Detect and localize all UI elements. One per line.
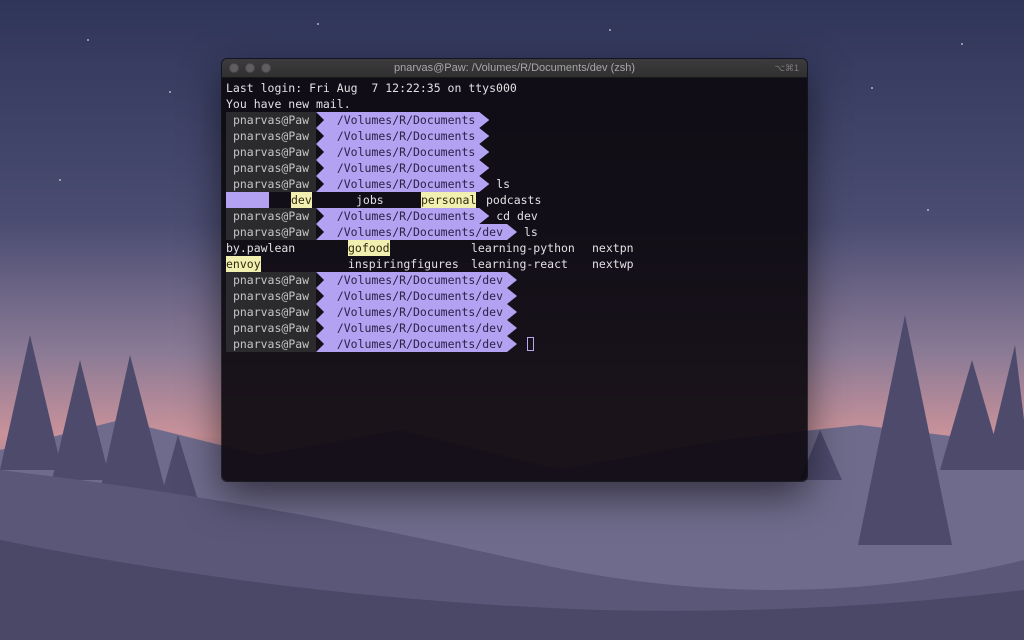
prompt-path: /Volumes/R/Documents [316,208,489,224]
prompt-path-text: /Volumes/R/Documents/dev [336,289,503,303]
terminal-content[interactable]: Last login: Fri Aug 7 12:22:35 on ttys00… [226,80,807,481]
command-cd: cd dev [496,209,538,223]
prompt-user: pnarvas@Paw [226,144,317,160]
ls-entry-personal: personal [421,192,477,208]
prompt-path: /Volumes/R/Documents/dev [316,288,517,304]
prompt-path: /Volumes/R/Documents [316,128,489,144]
prompt-user-text: pnarvas@Paw [232,177,310,191]
prompt-path-text: /Volumes/R/Documents/dev [336,305,503,319]
prompt-line: pnarvas@Paw /Volumes/R/Documents/dev [226,320,807,336]
window-shortcut: ⌥⌘1 [774,63,799,73]
prompt-line: pnarvas@Paw /Volumes/R/Documents/dev ls [226,224,807,240]
ls-unnamed-entry [226,192,269,208]
prompt-user: pnarvas@Paw [226,336,317,352]
ls-entry-envoy: envoy [226,256,261,272]
command-text: ls [517,224,538,240]
window-title: pnarvas@Paw: /Volumes/R/Documents/dev (z… [393,62,636,74]
prompt-path-text: /Volumes/R/Documents/dev [336,273,503,287]
prompt-user-text: pnarvas@Paw [232,161,310,175]
ls-entry-jobs: jobs [356,193,384,207]
prompt-user: pnarvas@Paw [226,128,317,144]
prompt-path: /Volumes/R/Documents/dev [316,336,517,352]
prompt-user: pnarvas@Paw [226,288,317,304]
prompt-line: pnarvas@Paw /Volumes/R/Documents [226,144,807,160]
prompt-user-text: pnarvas@Paw [232,289,310,303]
prompt-path-text: /Volumes/R/Documents/dev [336,321,503,335]
prompt-path-text: /Volumes/R/Documents [336,177,476,191]
prompt-user: pnarvas@Paw [226,160,317,176]
prompt-user-text: pnarvas@Paw [232,337,310,351]
ls-output-line: dev jobs personal podcasts [226,192,807,208]
prompt-user: pnarvas@Paw [226,272,317,288]
prompt-user-text: pnarvas@Paw [232,209,310,223]
ls-entry-learning-python: learning-python [471,241,575,255]
prompt-line: pnarvas@Paw /Volumes/R/Documents [226,128,807,144]
prompt-user: pnarvas@Paw [226,224,317,240]
prompt-line-active[interactable]: pnarvas@Paw /Volumes/R/Documents/dev [226,336,807,352]
ls-entry-podcasts: podcasts [486,193,542,207]
prompt-path: /Volumes/R/Documents/dev [316,224,517,240]
prompt-path-text: /Volumes/R/Documents [336,145,476,159]
prompt-user-text: pnarvas@Paw [232,305,310,319]
prompt-path-text: /Volumes/R/Documents/dev [336,225,503,239]
ls-output-line: by.pawlean gofood learning-python nextpn [226,240,807,256]
prompt-user-text: pnarvas@Paw [232,145,310,159]
ls-entry-by-pawlean: by.pawlean [226,241,296,255]
last-login-line: Last login: Fri Aug 7 12:22:35 on ttys00… [226,81,517,95]
mail-line: You have new mail. [226,97,351,111]
prompt-user: pnarvas@Paw [226,304,317,320]
terminal-window[interactable]: pnarvas@Paw: /Volumes/R/Documents/dev (z… [222,59,807,481]
prompt-line: pnarvas@Paw /Volumes/R/Documents ls [226,176,807,192]
command-text: cd dev [489,208,538,224]
prompt-user-text: pnarvas@Paw [232,321,310,335]
ls-output-line: envoy inspiringfigures learning-react ne… [226,256,807,272]
prompt-user-text: pnarvas@Paw [232,273,310,287]
command-ls: ls [496,177,511,191]
prompt-line: pnarvas@Paw /Volumes/R/Documents/dev [226,304,807,320]
title-bar[interactable]: pnarvas@Paw: /Volumes/R/Documents/dev (z… [222,59,807,78]
prompt-path-text: /Volumes/R/Documents [336,113,476,127]
prompt-path: /Volumes/R/Documents [316,160,489,176]
ls-entry-inspiringfigures: inspiringfigures [348,257,459,271]
prompt-path: /Volumes/R/Documents [316,112,489,128]
prompt-user-text: pnarvas@Paw [232,129,310,143]
prompt-line: pnarvas@Paw /Volumes/R/Documents cd dev [226,208,807,224]
prompt-path-text: /Volumes/R/Documents [336,129,476,143]
prompt-user: pnarvas@Paw [226,320,317,336]
command-text: ls [489,176,510,192]
prompt-path-text: /Volumes/R/Documents [336,161,476,175]
text-cursor[interactable] [527,337,534,351]
cursor-spacer [517,336,527,352]
prompt-path-text: /Volumes/R/Documents/dev [336,337,503,351]
ls-entry-gofood: gofood [348,240,390,256]
prompt-line: pnarvas@Paw /Volumes/R/Documents [226,160,807,176]
prompt-user: pnarvas@Paw [226,112,317,128]
ls-entry-nextpn: nextpn [592,241,634,255]
ls-entry-dev: dev [291,192,312,208]
prompt-path-text: /Volumes/R/Documents [336,209,476,223]
prompt-line: pnarvas@Paw /Volumes/R/Documents [226,112,807,128]
prompt-path: /Volumes/R/Documents/dev [316,304,517,320]
prompt-user-text: pnarvas@Paw [232,113,310,127]
command-ls: ls [523,225,538,239]
prompt-path: /Volumes/R/Documents/dev [316,272,517,288]
prompt-user-text: pnarvas@Paw [232,225,310,239]
prompt-line: pnarvas@Paw /Volumes/R/Documents/dev [226,288,807,304]
prompt-user: pnarvas@Paw [226,208,317,224]
prompt-path: /Volumes/R/Documents/dev [316,320,517,336]
prompt-path: /Volumes/R/Documents [316,144,489,160]
prompt-user: pnarvas@Paw [226,176,317,192]
prompt-line: pnarvas@Paw /Volumes/R/Documents/dev [226,272,807,288]
ls-entry-learning-react: learning-react [471,257,568,271]
ls-entry-nextwp: nextwp [592,257,634,271]
prompt-path: /Volumes/R/Documents [316,176,489,192]
